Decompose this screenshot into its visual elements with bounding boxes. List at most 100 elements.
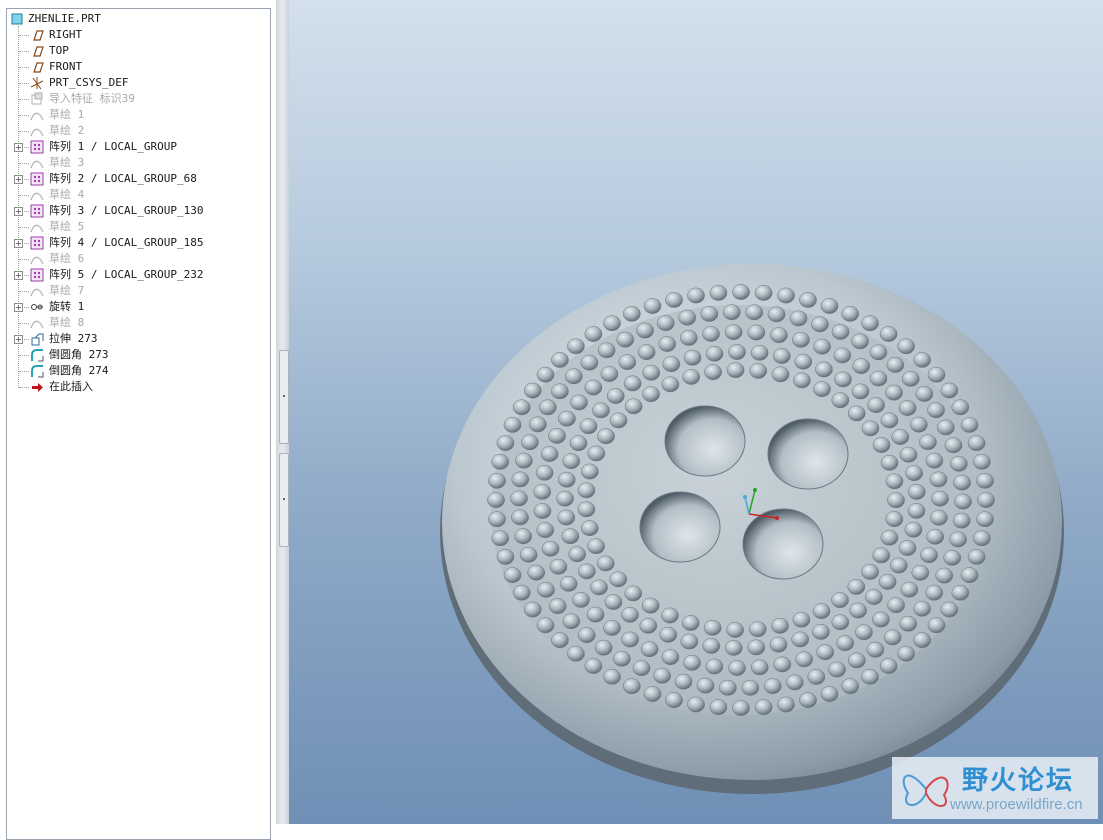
bump <box>898 400 917 416</box>
tree-item[interactable]: + 旋转 1 <box>0 299 268 315</box>
bump <box>811 316 829 333</box>
bump <box>878 574 897 590</box>
tree-item-label: 阵列 5 / LOCAL_GROUP_232 <box>49 268 204 281</box>
bump <box>726 362 745 378</box>
tree-item[interactable]: 草绘 4 <box>0 187 268 203</box>
tree-item[interactable]: + 阵列 5 / LOCAL_GROUP_232 <box>0 267 268 283</box>
bump <box>683 654 701 671</box>
tree-item[interactable]: RIGHT <box>0 27 268 43</box>
tree-item-label: 草绘 5 <box>49 220 85 233</box>
bump <box>747 324 766 341</box>
bump <box>927 402 945 419</box>
expand-toggle-icon[interactable]: + <box>14 303 23 312</box>
bump <box>536 522 555 538</box>
bump <box>901 370 920 387</box>
bump <box>632 660 651 676</box>
bump <box>623 375 642 392</box>
expand-toggle-icon[interactable]: + <box>14 271 23 280</box>
bump <box>603 315 621 332</box>
expand-toggle-icon[interactable]: + <box>14 143 23 152</box>
bump <box>600 366 619 382</box>
splitter-handle-bottom[interactable] <box>279 453 289 547</box>
bump <box>551 632 569 648</box>
bump <box>557 509 576 526</box>
tree-item[interactable]: PRT_CSYS_DEF <box>0 75 268 91</box>
bump <box>640 641 659 658</box>
tree-item[interactable]: + 阵列 2 / LOCAL_GROUP_68 <box>0 171 268 187</box>
bump <box>703 619 722 636</box>
bump <box>665 692 683 708</box>
tree-item[interactable]: 草绘 1 <box>0 107 268 123</box>
tree-item[interactable]: 导入特征 标识39 <box>0 91 268 107</box>
tree-item[interactable]: FRONT <box>0 59 268 75</box>
insert-here-arrow-icon <box>30 380 44 394</box>
bump <box>785 674 804 691</box>
tree-connector <box>19 323 29 324</box>
tree-root-item[interactable]: ZHENLIE.PRT <box>0 11 268 27</box>
tree-item[interactable]: + 拉伸 273 <box>0 331 268 347</box>
bump <box>511 471 530 488</box>
splitter-handle-top[interactable] <box>279 350 289 444</box>
tree-item[interactable]: 草绘 5 <box>0 219 268 235</box>
tree-connector <box>19 35 29 36</box>
bump <box>528 416 547 433</box>
expand-toggle-icon[interactable]: + <box>14 175 23 184</box>
tree-item-label: 草绘 3 <box>49 156 85 169</box>
tree-item[interactable]: 在此插入 <box>0 379 268 395</box>
bump <box>789 310 808 327</box>
expand-toggle-icon[interactable]: + <box>14 207 23 216</box>
tree-item[interactable]: 草绘 2 <box>0 123 268 139</box>
tree-item[interactable]: TOP <box>0 43 268 59</box>
tree-item[interactable]: 草绘 6 <box>0 251 268 267</box>
bump <box>567 338 585 355</box>
bump <box>741 679 760 696</box>
bump <box>724 324 743 340</box>
expand-toggle-icon[interactable]: + <box>14 239 23 248</box>
bump <box>559 575 578 592</box>
tree-connector <box>19 99 29 100</box>
tree-connector <box>19 355 29 356</box>
bump <box>584 326 603 342</box>
bump <box>936 419 955 436</box>
tree-item-label: 草绘 7 <box>49 284 85 297</box>
bump <box>549 558 568 575</box>
bump <box>512 584 531 601</box>
bump <box>596 555 615 572</box>
bump <box>865 589 883 605</box>
tree-item[interactable]: + 阵列 3 / LOCAL_GROUP_130 <box>0 203 268 219</box>
tree-item-label: 在此插入 <box>49 380 93 393</box>
tree-item[interactable]: 草绘 3 <box>0 155 268 171</box>
bump <box>943 549 962 566</box>
tree-item[interactable]: 草绘 8 <box>0 315 268 331</box>
bump <box>750 659 769 676</box>
bump <box>661 376 680 393</box>
bump <box>580 520 599 536</box>
extrude-icon <box>30 332 44 346</box>
tree-item[interactable]: 倒圆角 273 <box>0 347 268 363</box>
bump <box>587 445 606 462</box>
bump <box>577 501 596 518</box>
butterfly-logo-icon <box>902 774 949 807</box>
tree-item[interactable]: + 阵列 1 / LOCAL_GROUP <box>0 139 268 155</box>
bump <box>831 324 850 340</box>
bump <box>641 597 660 614</box>
bump <box>579 418 598 435</box>
expand-toggle-icon[interactable]: + <box>14 335 23 344</box>
tree-item[interactable]: 倒圆角 274 <box>0 363 268 379</box>
tree-item[interactable]: 草绘 7 <box>0 283 268 299</box>
bump <box>944 437 963 454</box>
bump <box>570 394 588 411</box>
bump <box>622 305 641 322</box>
bump <box>523 382 542 399</box>
bump <box>606 388 625 404</box>
sketch-icon <box>30 188 44 202</box>
bump <box>907 503 926 519</box>
bump <box>572 592 590 608</box>
bump <box>558 410 576 427</box>
graphics-viewport[interactable] <box>289 0 1103 824</box>
tree-connector <box>19 163 29 164</box>
bump <box>930 509 948 526</box>
tree-item[interactable]: + 阵列 4 / LOCAL_GROUP_185 <box>0 235 268 251</box>
bump <box>897 338 915 355</box>
bump <box>537 581 555 598</box>
